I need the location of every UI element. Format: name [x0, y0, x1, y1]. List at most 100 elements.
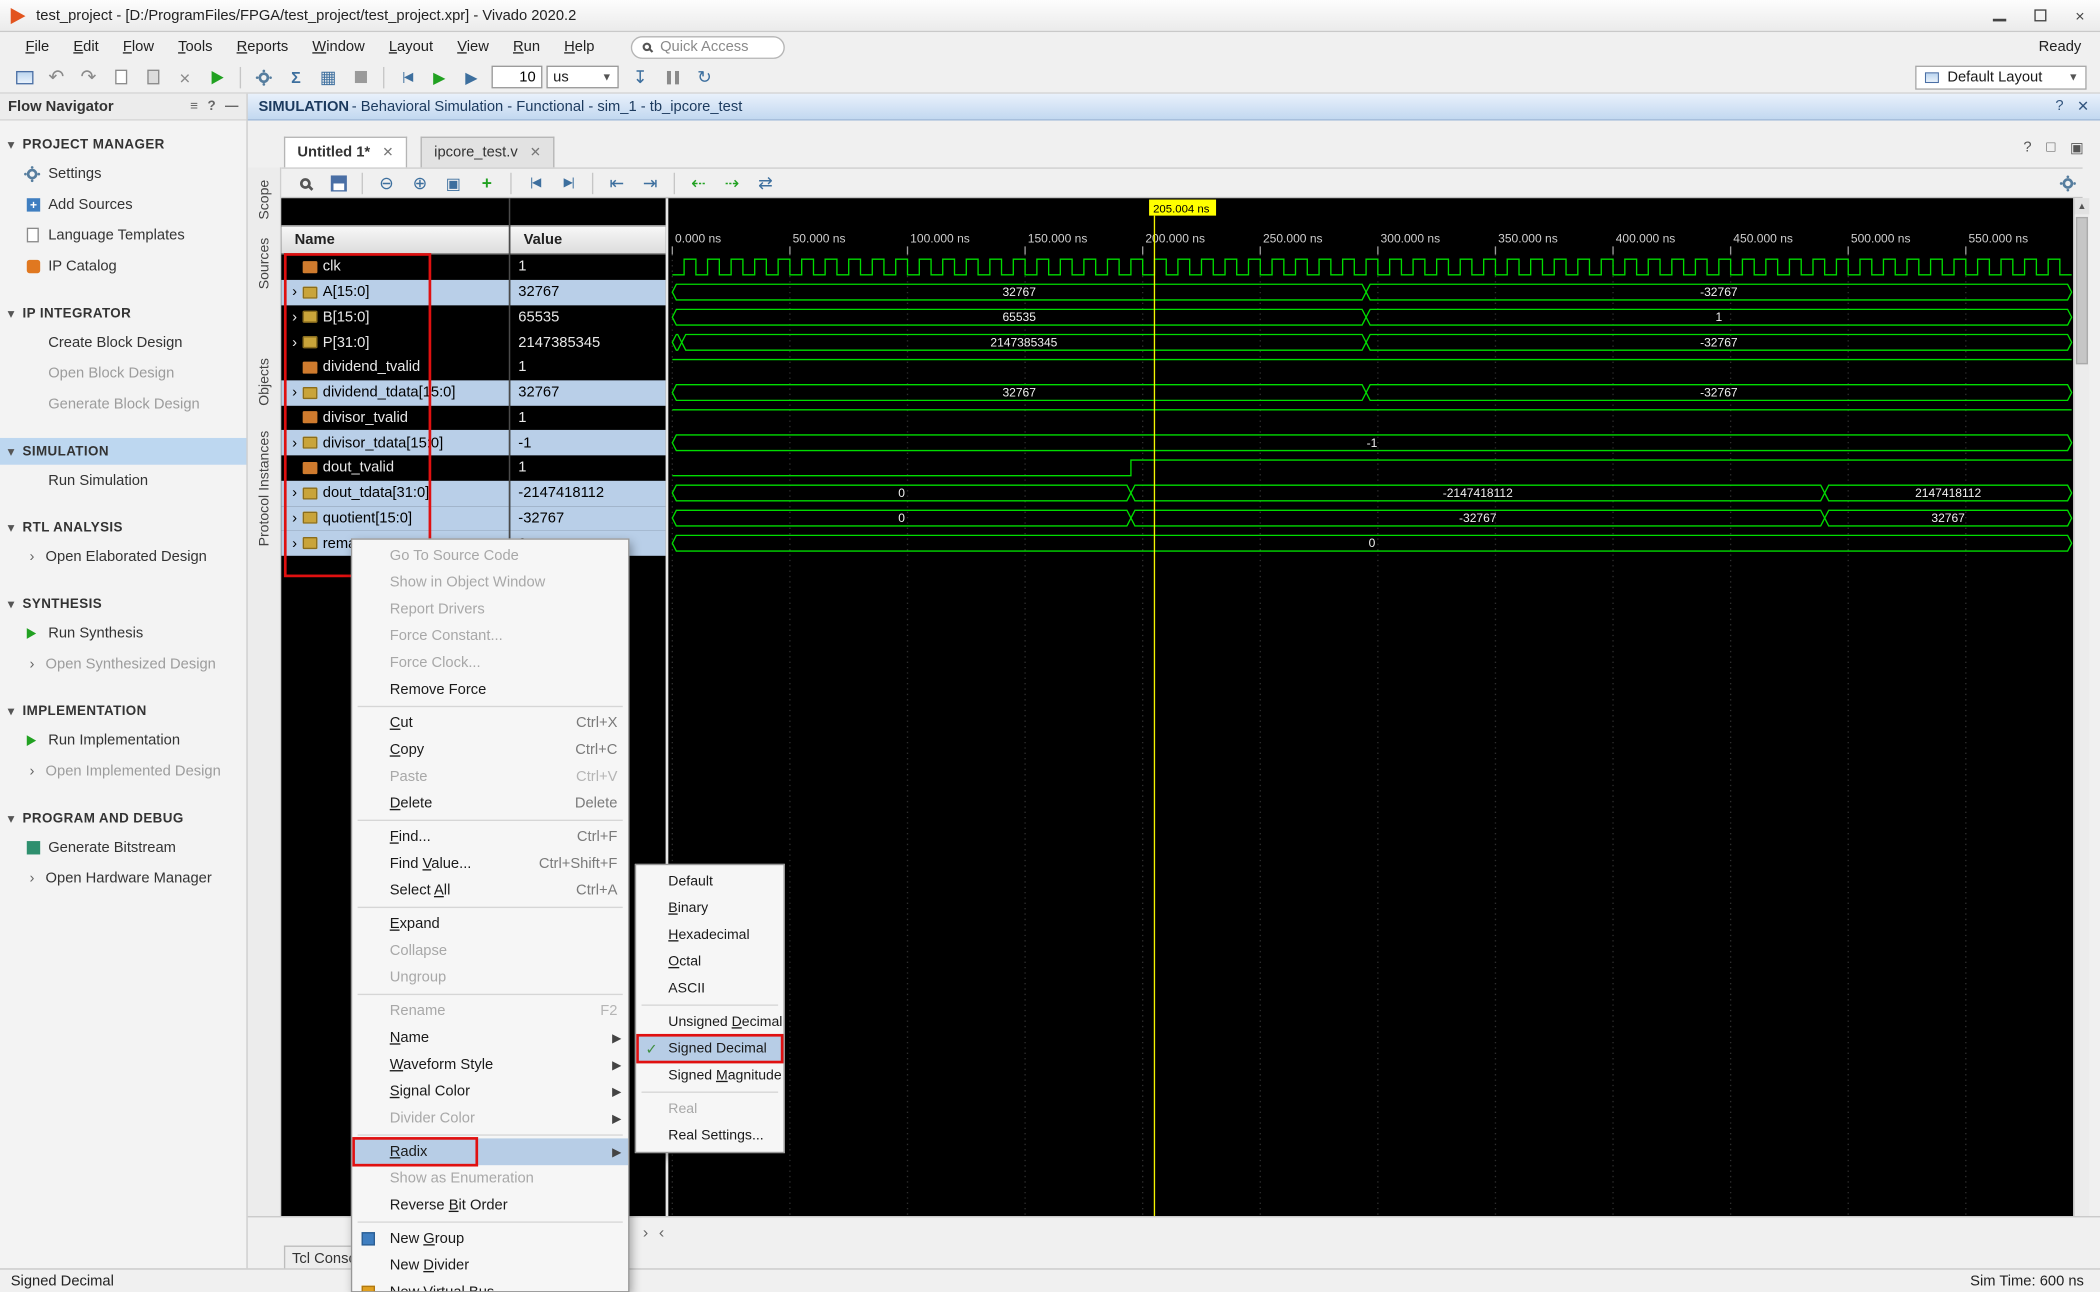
- signal-row-b-15-0[interactable]: ›B[15:0]: [281, 305, 509, 330]
- panel-close-icon[interactable]: ✕: [2077, 98, 2089, 115]
- scroll-up-icon[interactable]: ▲: [2075, 198, 2090, 214]
- signal-value-clk[interactable]: 1: [510, 254, 665, 279]
- panel-help-icon[interactable]: ?: [2055, 98, 2063, 115]
- signal-value-divisor-tdata-15-0[interactable]: -1: [510, 430, 665, 455]
- signal-value-dividend-tvalid[interactable]: 1: [510, 355, 665, 380]
- add-marker-prev-icon[interactable]: ⇠: [682, 170, 715, 195]
- expand-arrow-icon[interactable]: ›: [287, 284, 303, 300]
- maximize-icon[interactable]: [2020, 0, 2060, 31]
- menu-help[interactable]: Help: [552, 36, 606, 57]
- flow-item-open-hardware-manager[interactable]: ›Open Hardware Manager: [0, 863, 246, 894]
- zoom-fit-icon[interactable]: ▣: [437, 170, 470, 195]
- stop-icon[interactable]: [344, 64, 376, 91]
- relaunch-icon[interactable]: ↻: [688, 64, 720, 91]
- menu-item-octal[interactable]: Octal: [636, 948, 783, 975]
- menu-item-real-settings[interactable]: Real Settings...: [636, 1122, 783, 1149]
- flow-nav-collapse-icon[interactable]: —: [225, 99, 238, 114]
- signal-value-a-15-0[interactable]: 32767: [510, 280, 665, 305]
- menu-item-find[interactable]: Find...Ctrl+F: [352, 824, 628, 851]
- menu-window[interactable]: Window: [300, 36, 377, 57]
- tab-ipcore-test-v[interactable]: ipcore_test.v✕: [421, 137, 555, 168]
- menu-item-remove-force[interactable]: Remove Force: [352, 676, 628, 703]
- flow-item-run-synthesis[interactable]: Run Synthesis: [0, 617, 246, 648]
- signal-row-divisor-tvalid[interactable]: divisor_tvalid: [281, 405, 509, 430]
- expand-left-icon[interactable]: ‹: [659, 1223, 664, 1242]
- close-icon[interactable]: ×: [2060, 0, 2100, 31]
- menu-item-waveform-style[interactable]: Waveform Style▶: [352, 1051, 628, 1078]
- menu-item-default[interactable]: Default: [636, 868, 783, 895]
- flow-section-header-program-and-debug[interactable]: ▾PROGRAM AND DEBUG: [0, 805, 246, 832]
- signal-row-dout-tdata-31-0[interactable]: ›dout_tdata[31:0]: [281, 480, 509, 505]
- menu-item-binary[interactable]: Binary: [636, 895, 783, 922]
- flow-item-add-sources[interactable]: +Add Sources: [0, 189, 246, 220]
- menu-item-cut[interactable]: CutCtrl+X: [352, 710, 628, 737]
- signal-row-p-31-0[interactable]: ›P[31:0]: [281, 330, 509, 355]
- flow-item-open-elaborated-design[interactable]: ›Open Elaborated Design: [0, 541, 246, 572]
- flow-section-header-simulation[interactable]: ▾SIMULATION: [0, 438, 246, 465]
- step-icon[interactable]: ↧: [624, 64, 656, 91]
- menu-item-name[interactable]: Name▶: [352, 1025, 628, 1052]
- pause-icon[interactable]: [656, 64, 688, 91]
- signal-row-divisor-tdata-15-0[interactable]: ›divisor_tdata[15:0]: [281, 430, 509, 455]
- redo-icon[interactable]: ↷: [72, 64, 104, 91]
- tab-untitled-1[interactable]: Untitled 1*✕: [284, 137, 407, 168]
- expand-arrow-icon[interactable]: ›: [287, 485, 303, 501]
- signal-row-dout-tvalid[interactable]: dout_tvalid: [281, 455, 509, 480]
- flow-item-generate-block-design[interactable]: Generate Block Design: [0, 388, 246, 419]
- menu-item-expand[interactable]: Expand: [352, 911, 628, 938]
- flow-item-language-templates[interactable]: Language Templates: [0, 220, 246, 251]
- expand-arrow-icon[interactable]: ›: [287, 334, 303, 350]
- prev-transition-icon[interactable]: ⇤: [600, 170, 633, 195]
- signal-row-quotient-15-0[interactable]: ›quotient[15:0]: [281, 506, 509, 531]
- signal-row-dividend-tvalid[interactable]: dividend_tvalid: [281, 355, 509, 380]
- vertical-scrollbar[interactable]: ▲: [2073, 198, 2089, 1216]
- expand-arrow-icon[interactable]: ›: [287, 435, 303, 451]
- signal-row-dividend-tdata-15-0[interactable]: ›dividend_tdata[15:0]: [281, 380, 509, 405]
- restart-icon[interactable]: |◀: [391, 64, 423, 91]
- menu-item-signal-color[interactable]: Signal Color▶: [352, 1078, 628, 1105]
- wave-bus-p-31-0[interactable]: [672, 334, 681, 350]
- flow-nav-menu-icon[interactable]: ≡: [190, 99, 198, 114]
- tab-float-icon[interactable]: □: [2046, 139, 2055, 156]
- tab-close-icon[interactable]: ✕: [530, 145, 541, 160]
- expand-arrow-icon[interactable]: ›: [287, 385, 303, 401]
- flow-item-settings[interactable]: Settings: [0, 158, 246, 189]
- flow-item-create-block-design[interactable]: Create Block Design: [0, 327, 246, 358]
- add-marker-next-icon[interactable]: ⇢: [715, 170, 748, 195]
- menu-layout[interactable]: Layout: [377, 36, 445, 57]
- flow-item-run-simulation[interactable]: Run Simulation: [0, 465, 246, 496]
- waveform-svg[interactable]: 0.000 ns50.000 ns100.000 ns150.000 ns200…: [668, 198, 2076, 1216]
- flow-section-header-project-manager[interactable]: ▾PROJECT MANAGER: [0, 131, 246, 158]
- menu-item-reverse-bit-order[interactable]: Reverse Bit Order: [352, 1192, 628, 1219]
- report-icon[interactable]: ▦: [312, 64, 344, 91]
- tab-maximize-icon[interactable]: ▣: [2070, 139, 2084, 156]
- zoom-in-icon[interactable]: ⊕: [403, 170, 436, 195]
- menu-run[interactable]: Run: [501, 36, 552, 57]
- menu-tools[interactable]: Tools: [166, 36, 225, 57]
- side-tab-scope[interactable]: Scope: [248, 175, 281, 223]
- sum-icon[interactable]: Σ: [280, 64, 312, 91]
- swap-cursors-icon[interactable]: ⇄: [749, 170, 782, 195]
- zoom-out-icon[interactable]: ⊖: [370, 170, 403, 195]
- menu-item-signed-decimal[interactable]: ✓Signed Decimal: [636, 1035, 783, 1062]
- flow-section-header-ip-integrator[interactable]: ▾IP INTEGRATOR: [0, 300, 246, 327]
- menu-item-ascii[interactable]: ASCII: [636, 975, 783, 1002]
- next-transition-icon[interactable]: ⇥: [633, 170, 666, 195]
- wave-bit-dout-tvalid[interactable]: [672, 460, 2071, 476]
- save-icon[interactable]: [321, 170, 354, 195]
- menu-item-hexadecimal[interactable]: Hexadecimal: [636, 921, 783, 948]
- side-tab-sources[interactable]: Sources: [248, 229, 281, 299]
- run-all-icon[interactable]: ▶: [423, 64, 455, 91]
- flow-item-run-implementation[interactable]: Run Implementation: [0, 725, 246, 756]
- wave-clock-clk[interactable]: [672, 259, 2071, 275]
- signal-value-quotient-15-0[interactable]: -32767: [510, 506, 665, 531]
- expand-arrow-icon[interactable]: ›: [287, 535, 303, 551]
- side-tab-objects[interactable]: Objects: [248, 350, 281, 414]
- tab-close-icon[interactable]: ✕: [382, 145, 393, 160]
- menu-item-radix[interactable]: Radix▶: [352, 1138, 628, 1165]
- scrollbar-thumb[interactable]: [2076, 217, 2088, 364]
- undo-icon[interactable]: ↶: [40, 64, 72, 91]
- quick-access-box[interactable]: Quick Access: [631, 35, 785, 58]
- signal-value-dividend-tdata-15-0[interactable]: 32767: [510, 380, 665, 405]
- flow-item-ip-catalog[interactable]: IP Catalog: [0, 250, 246, 281]
